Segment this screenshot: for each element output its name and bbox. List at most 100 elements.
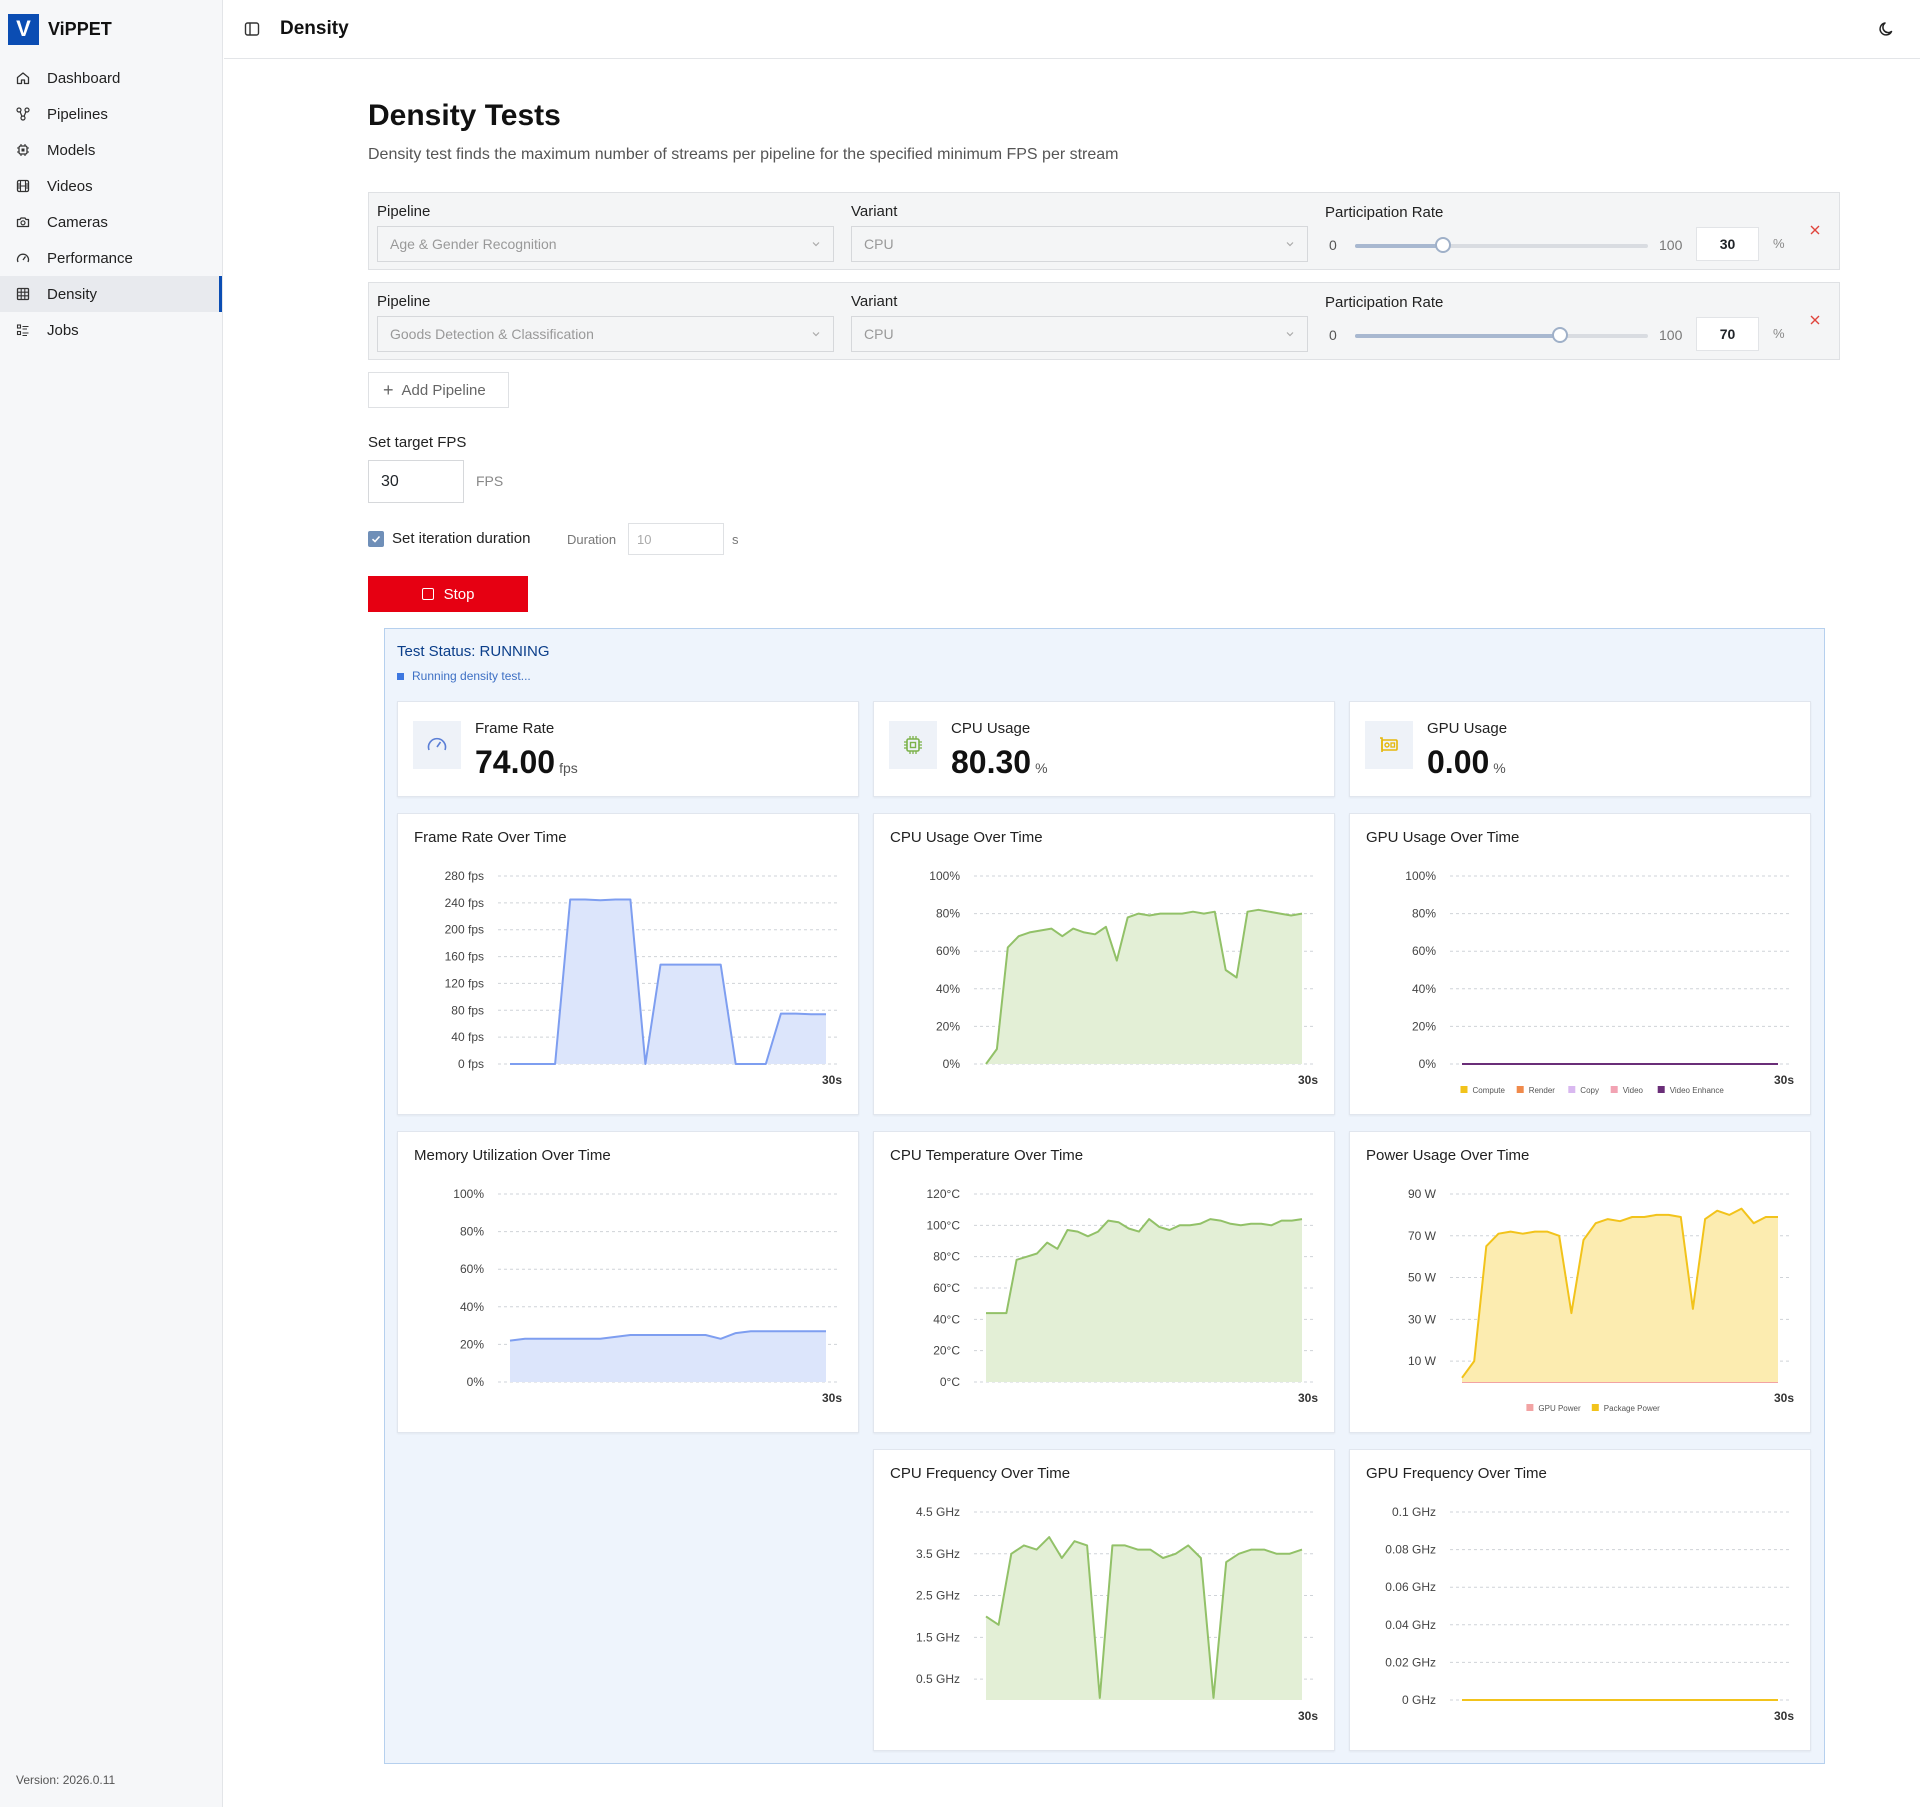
chart-card-cpu-temperature: CPU Temperature Over Time 120°C 100°C 80°C… [873,1131,1335,1433]
chip-icon [15,142,31,158]
variant-label: Variant [851,293,898,310]
series-area [986,909,1302,1064]
sidebar-item-cameras[interactable]: Cameras [0,204,222,240]
x-end-label: 30s [1774,1709,1794,1723]
legend-label: Compute [1473,1086,1506,1095]
sidebar-item-pipelines[interactable]: Pipelines [0,96,222,132]
test-status-title: Test Status: RUNNING [397,643,550,660]
variant-select[interactable]: CPU [851,226,1308,262]
y-tick-label: 40% [460,1300,484,1314]
sidebar-item-performance[interactable]: Performance [0,240,222,276]
sidebar-item-label: Density [47,285,98,303]
pipelines-icon [15,106,31,122]
add-pipeline-button[interactable]: + Add Pipeline [368,372,509,408]
chart-card-gpu-usage: GPU Usage Over Time 100% 80% 60% 40% 20% 0% 30… [1349,813,1811,1115]
y-tick-label: 40°C [933,1312,960,1326]
y-tick-label: 80% [936,907,960,921]
x-end-label: 30s [1298,1073,1318,1087]
legend-label: Copy [1580,1086,1599,1095]
y-tick-label: 20°C [933,1344,960,1358]
variant-select-value: CPU [864,326,894,342]
participation-slider[interactable] [1355,327,1648,343]
pipeline-row: Pipeline Age & Gender Recognition Varian… [368,192,1840,270]
status-dot [397,672,404,680]
metric-value: 80.30% [951,744,1048,781]
sidebar-item-label: Performance [47,249,133,267]
x-end-label: 30s [822,1391,842,1405]
camera-icon [15,214,31,230]
variant-select[interactable]: CPU [851,316,1308,352]
pipeline-select[interactable]: Age & Gender Recognition [377,226,834,262]
metric-card-cpu-usage: CPU Usage 80.30% [873,701,1335,797]
slider-min: 0 [1329,327,1337,343]
percent-sign: % [1773,236,1785,251]
chart-card-cpu-usage: CPU Usage Over Time 100% 80% 60% 40% 20% 0% 30… [873,813,1335,1115]
test-status-panel: Test Status: RUNNING Running density tes… [384,628,1825,1764]
duration-input[interactable]: 10 [628,523,724,555]
y-tick-label: 0.06 GHz [1385,1580,1436,1594]
x-end-label: 30s [1298,1709,1318,1723]
metric-label: GPU Usage [1427,720,1508,737]
top-bar: Density [224,0,1920,59]
legend-swatch [1460,1086,1468,1093]
chart-svg: 0.1 GHz 0.08 GHz 0.06 GHz 0.04 GHz 0.02 GHz 0… [1385,1505,1794,1723]
sidebar-item-density[interactable]: Density [0,276,222,312]
pipeline-row: Pipeline Goods Detection & Classificatio… [368,282,1840,360]
stop-button[interactable]: Stop [368,576,528,612]
x-end-label: 30s [822,1073,842,1087]
stop-label: Stop [443,585,475,603]
iteration-duration-checkbox[interactable] [368,531,384,547]
metric-card-frame-rate: Frame Rate 74.00 fps [397,701,859,797]
slider-thumb[interactable] [1552,327,1569,343]
y-tick-label: 4.5 GHz [916,1505,960,1519]
sidebar-item-models[interactable]: Models [0,132,222,168]
x-end-label: 30s [1298,1391,1318,1405]
page-subtitle: Density test finds the maximum number of… [368,146,1119,163]
moon-icon[interactable] [1878,20,1896,38]
close-icon[interactable] [1808,313,1822,327]
variant-label: Variant [851,203,898,220]
pipeline-select[interactable]: Goods Detection & Classification [377,316,834,352]
fps-unit: FPS [476,473,504,489]
y-tick-label: 20% [936,1019,960,1033]
y-tick-label: 0.1 GHz [1392,1505,1436,1519]
y-tick-label: 80 fps [451,1003,484,1017]
participation-slider[interactable] [1355,237,1648,253]
iteration-duration-label: Set iteration duration [392,530,531,547]
slider-max: 100 [1659,327,1683,343]
y-tick-label: 60% [936,944,960,958]
chart-svg: 100% 80% 60% 40% 20% 0% 30s [453,1187,842,1405]
y-tick-label: 50 W [1408,1271,1437,1285]
y-tick-label: 100% [929,869,960,883]
y-tick-label: 0.04 GHz [1385,1618,1436,1632]
slider-thumb[interactable] [1434,237,1451,253]
chevron-down-icon [812,332,820,337]
target-fps-input[interactable]: 30 [368,460,464,503]
y-tick-label: 1.5 GHz [916,1630,960,1644]
film-icon [15,178,31,194]
metric-label: Frame Rate [475,720,555,737]
sidebar-item-jobs[interactable]: Jobs [0,312,222,348]
metric-number: 80.30 [951,744,1032,780]
sidebar-item-videos[interactable]: Videos [0,168,222,204]
participation-rate-input[interactable]: 30 [1696,227,1759,261]
variant-select-value: CPU [864,236,894,252]
y-tick-label: 0 GHz [1402,1693,1436,1707]
status-message-text: Running density test... [412,669,531,683]
y-tick-label: 240 fps [445,896,484,910]
grid-icon [15,286,31,302]
y-tick-label: 90 W [1408,1187,1437,1201]
pipeline-select-value: Age & Gender Recognition [390,236,557,252]
chart-svg: 120°C 100°C 80°C 60°C 40°C 20°C 0°C 30s [927,1187,1319,1405]
legend-label: Render [1529,1086,1556,1095]
chart-card-gpu-frequency: GPU Frequency Over Time 0.1 GHz 0.08 GHz 0… [1349,1449,1811,1751]
sidebar-item-dashboard[interactable]: Dashboard [0,60,222,96]
participation-rate-input[interactable]: 70 [1696,317,1759,351]
close-icon[interactable] [1808,223,1822,237]
chart-card-cpu-frequency: CPU Frequency Over Time 4.5 GHz 3.5 GHz 2.… [873,1449,1335,1751]
y-tick-label: 80% [460,1225,484,1239]
brand[interactable]: V ViPPET [0,0,222,58]
sidebar-item-label: Pipelines [47,105,108,123]
chart-svg: 280 fps 240 fps 200 fps 160 fps 120 fps 80 fp… [445,869,843,1087]
sidebar-toggle-icon[interactable] [242,19,262,39]
